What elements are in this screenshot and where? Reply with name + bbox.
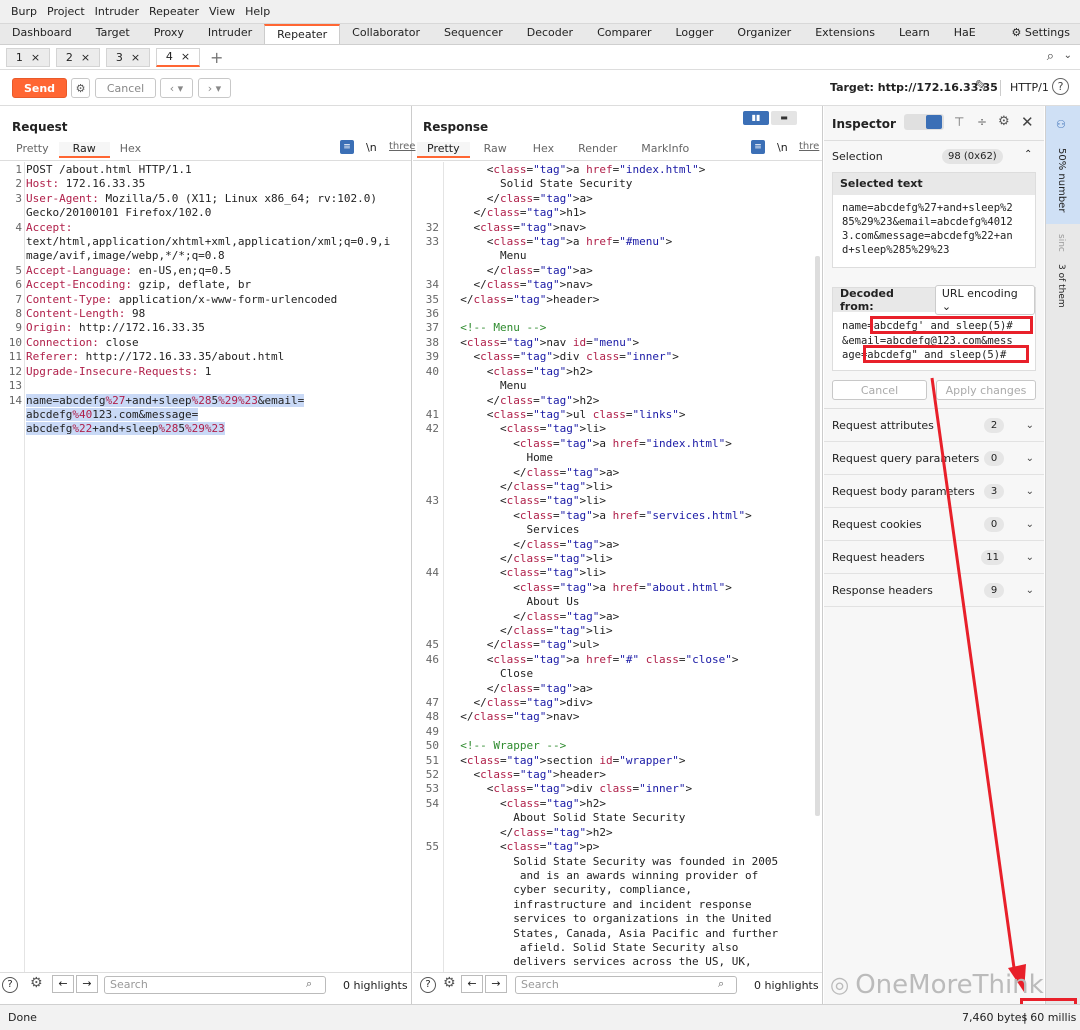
wechat-icon: ◎ xyxy=(830,972,850,998)
millis-value: 60 millis xyxy=(1030,1011,1077,1024)
annotation-arrow xyxy=(930,377,1026,992)
response-millis: | 60 millis xyxy=(1023,1011,1077,1024)
watermark-text: OneMoreThink xyxy=(855,970,1044,1000)
watermark: ◎ OneMoreThink xyxy=(830,970,1044,1000)
response-bytes: 7,460 bytes xyxy=(962,1011,1028,1024)
status-bar: Done 7,460 bytes | 60 millis xyxy=(0,1004,1080,1030)
status-text: Done xyxy=(8,1011,37,1024)
